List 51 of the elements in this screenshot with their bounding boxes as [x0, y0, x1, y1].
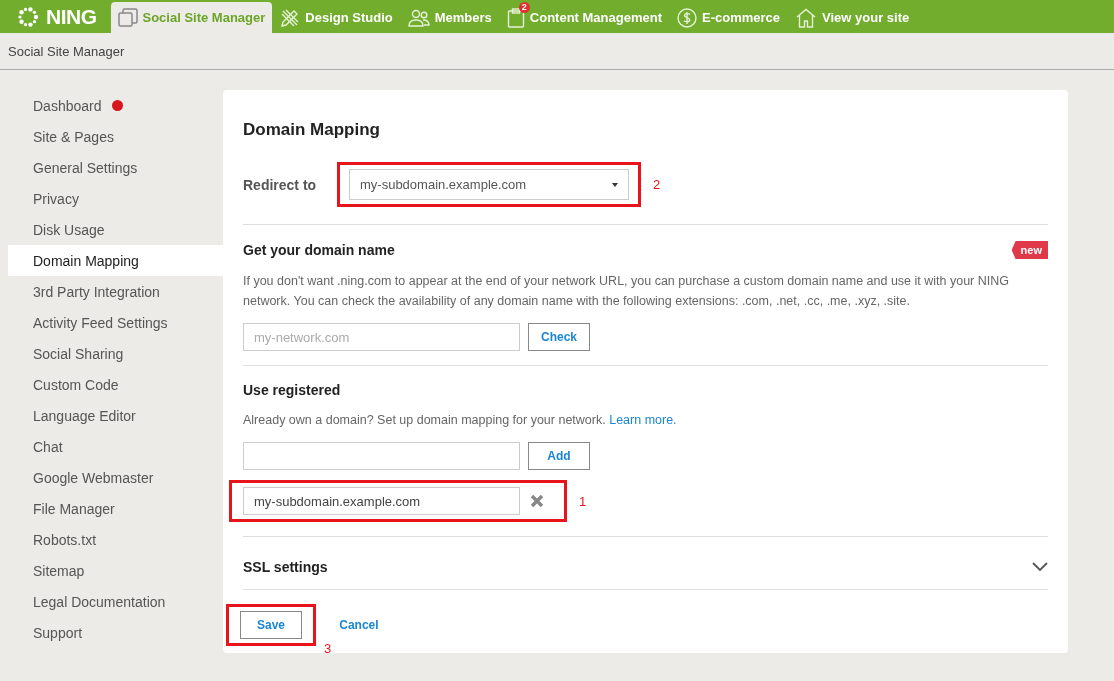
remove-icon[interactable]	[530, 494, 544, 508]
sidebar-item[interactable]: Social Sharing	[8, 338, 223, 369]
field-label: Redirect to	[243, 176, 318, 193]
sidebar-item[interactable]: Domain Mapping	[8, 245, 223, 276]
dotted-circle-logo-icon	[16, 5, 40, 28]
nav-tab[interactable]: 2 Content Management	[499, 2, 669, 33]
panel-title: Domain Mapping	[243, 120, 381, 140]
cancel-link[interactable]: Cancel	[339, 618, 379, 632]
sidebar-item[interactable]: 3rd Party Integration	[8, 276, 223, 307]
sidebar-item[interactable]: Disk Usage	[8, 214, 223, 245]
sidebar-item[interactable]: Chat	[8, 431, 223, 462]
sidebar-item[interactable]: Legal Documentation	[8, 586, 223, 617]
section-description: If you don't want .ning.com to appear at the end of your network URL, you can purchase a custom domain name and use it with your NING network. You can check the availability of any domain name with the following extensions: .com, .net, .cc, .me, .xyz, .site.	[243, 273, 1010, 310]
logo-text: NING	[46, 4, 97, 29]
sidebar-item[interactable]: File Manager	[8, 493, 223, 524]
annotation-number: 1	[579, 493, 587, 509]
stacked-squares-icon	[117, 7, 138, 28]
section-title: SSL settings	[243, 559, 328, 575]
annotation-number: 2	[653, 177, 661, 192]
domain-field[interactable]: my-subdomain.example.com	[243, 487, 520, 515]
sidebar-item[interactable]: Custom Code	[8, 369, 223, 400]
breadcrumb: Social Site Manager	[8, 43, 125, 59]
domain-search-field[interactable]: my-network.com	[243, 323, 520, 351]
section-title: Use registered	[243, 382, 342, 398]
sidebar-item[interactable]: Google Webmaster	[8, 462, 223, 493]
sidebar-item[interactable]: Language Editor	[8, 400, 223, 431]
sidebar-item[interactable]: Dashboard	[8, 90, 223, 121]
people-icon	[407, 8, 430, 27]
section-title: Get your domain name	[243, 242, 395, 258]
learn-more-link[interactable]: Learn more.	[609, 413, 677, 427]
chevron-down-icon[interactable]	[1032, 562, 1048, 572]
sidebar-item[interactable]: Support	[8, 617, 223, 648]
section-description: Already own a domain? Set up domain mapping for your network. Learn more.	[243, 412, 678, 429]
domain-input-field[interactable]	[243, 442, 520, 470]
sidebar-item[interactable]: Robots.txt	[8, 524, 223, 555]
house-icon	[795, 7, 817, 28]
sidebar-item[interactable]: Site & Pages	[8, 121, 223, 152]
annotation-number: 3	[324, 641, 332, 656]
save-button[interactable]: Save	[240, 611, 302, 639]
sidebar-item[interactable]: Sitemap	[8, 555, 223, 586]
notification-badge: 2	[518, 1, 530, 13]
redirect-dropdown[interactable]: my-subdomain.example.com	[349, 169, 629, 200]
sidebar-item[interactable]: Activity Feed Settings	[8, 307, 223, 338]
sidebar-item[interactable]: Privacy	[8, 183, 223, 214]
pencil-ruler-icon	[280, 7, 301, 28]
check-button[interactable]: Check	[528, 323, 590, 351]
dollar-coin-icon	[676, 7, 697, 28]
sidebar-item[interactable]: General Settings	[8, 152, 223, 183]
caret-icon	[612, 182, 618, 187]
add-button[interactable]: Add	[528, 442, 590, 470]
new-badge: new	[1011, 241, 1048, 259]
